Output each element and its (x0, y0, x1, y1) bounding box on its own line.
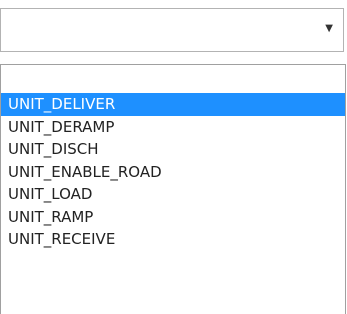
option-unit-disch[interactable]: UNIT_DISCH (1, 138, 345, 161)
option-unit-load[interactable]: UNIT_LOAD (1, 183, 345, 206)
option-unit-enable-road[interactable]: UNIT_ENABLE_ROAD (1, 161, 345, 184)
dropdown-list: UNIT_DELIVER UNIT_DERAMP UNIT_DISCH UNIT… (0, 64, 346, 314)
dropdown-empty-option[interactable] (1, 65, 345, 93)
option-unit-receive[interactable]: UNIT_RECEIVE (1, 228, 345, 251)
option-unit-deramp[interactable]: UNIT_DERAMP (1, 116, 345, 139)
chevron-down-icon[interactable]: ▼ (325, 24, 333, 34)
option-unit-deliver[interactable]: UNIT_DELIVER (1, 93, 345, 116)
option-unit-ramp[interactable]: UNIT_RAMP (1, 206, 345, 229)
unit-select[interactable]: ▼ (0, 8, 344, 52)
